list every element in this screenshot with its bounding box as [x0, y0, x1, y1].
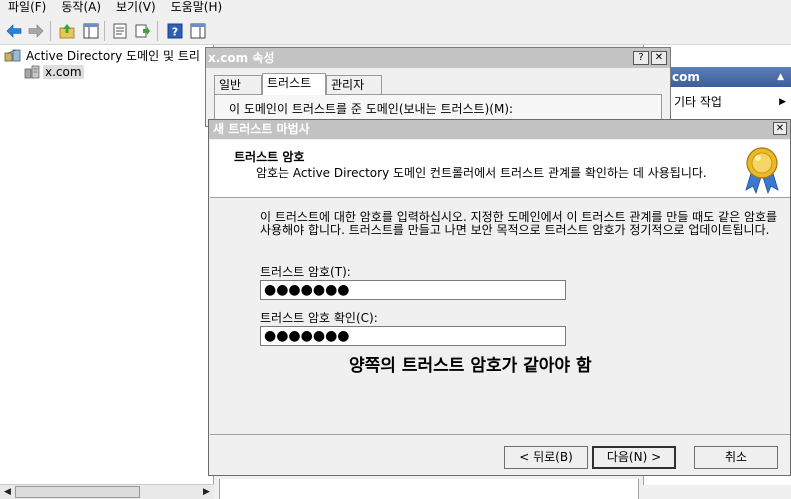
toolbar-separator — [50, 21, 51, 41]
toolbar-separator — [104, 21, 105, 41]
tree-item-domain[interactable]: x.com — [24, 64, 84, 80]
properties-dialog: x.com 속성 ? ✕ 일반 트러스트 관리자 이 도메인이 트러스트를 준 … — [205, 47, 671, 134]
action-pane-icon[interactable] — [189, 22, 207, 40]
certificate-medal-icon — [745, 147, 779, 194]
confirm-password-input[interactable]: ●●●●●●● — [260, 326, 566, 346]
export-icon[interactable] — [134, 22, 152, 40]
tree-root-label: Active Directory 도메인 및 트리 — [26, 48, 200, 63]
wizard-description: 이 트러스트에 대한 암호를 입력하십시오. 지정한 도메인에서 이 트러스트 … — [260, 210, 778, 237]
domain-icon — [24, 65, 40, 79]
back-button[interactable]: < 뒤로(B) — [504, 446, 588, 469]
toolbar: ? — [0, 17, 791, 45]
actions-item-more[interactable]: 기타 작업 ▶ — [674, 93, 786, 111]
wizard-header: 트러스트 암호 암호는 Active Directory 도메인 컨트롤러에서 … — [210, 140, 790, 198]
scroll-thumb[interactable] — [15, 486, 140, 498]
menu-bar: 파일(F) 동작(A) 보기(V) 도움말(H) — [0, 0, 791, 16]
toolbar-separator — [157, 21, 158, 41]
tab-managed-by[interactable]: 관리자 — [326, 75, 382, 95]
actions-header-label: com — [672, 70, 700, 84]
submenu-arrow-icon: ▶ — [779, 97, 786, 107]
properties-icon[interactable] — [111, 22, 129, 40]
details-pane — [219, 479, 639, 499]
wizard-titlebar: 새 트러스트 마법사 — [209, 120, 790, 139]
menu-view[interactable]: 보기(V) — [108, 1, 163, 14]
tab-general[interactable]: 일반 — [214, 75, 262, 95]
annotation-note: 양쪽의 트러스트 암호가 같아야 함 — [349, 356, 592, 376]
help-icon[interactable]: ? — [166, 22, 184, 40]
tree-root[interactable]: Active Directory 도메인 및 트리 — [4, 47, 200, 63]
tree-horizontal-scrollbar[interactable]: ◀ ▶ — [0, 484, 214, 499]
wizard-title: 새 트러스트 마법사 — [213, 122, 310, 136]
menu-action[interactable]: 동작(A) — [53, 1, 108, 14]
ad-domains-icon — [4, 49, 21, 62]
forward-arrow-icon[interactable] — [27, 22, 45, 40]
close-button[interactable]: ✕ — [651, 51, 667, 65]
console-tree: Active Directory 도메인 및 트리 x.com — [0, 45, 214, 485]
menu-help[interactable]: 도움말(H) — [163, 1, 230, 14]
wizard-divider — [210, 434, 790, 435]
properties-title: x.com 속성 — [208, 51, 275, 65]
new-trust-wizard: 새 트러스트 마법사 ✕ 트러스트 암호 암호는 Active Director… — [208, 119, 791, 476]
tab-trusts[interactable]: 트러스트 — [262, 73, 326, 95]
svg-text:?: ? — [172, 26, 178, 39]
scroll-left-icon[interactable]: ◀ — [0, 485, 15, 499]
wizard-heading: 트러스트 암호 — [234, 150, 305, 164]
cancel-button[interactable]: 취소 — [694, 446, 778, 469]
actions-header[interactable]: com ▲ — [668, 67, 791, 87]
next-button[interactable]: 다음(N) > — [592, 446, 676, 469]
help-button[interactable]: ? — [633, 51, 649, 65]
trust-password-label: 트러스트 암호(T): — [260, 265, 351, 279]
outgoing-trusts-label: 이 도메인이 트러스트를 준 도메인(보내는 트러스트)(M): — [229, 102, 514, 116]
actions-item-label: 기타 작업 — [674, 95, 722, 109]
up-folder-icon[interactable] — [58, 22, 76, 40]
back-arrow-icon[interactable] — [5, 22, 23, 40]
wizard-close-button[interactable]: ✕ — [773, 122, 787, 135]
collapse-up-icon[interactable]: ▲ — [777, 67, 784, 87]
console-tree-icon[interactable] — [82, 22, 100, 40]
wizard-subheading: 암호는 Active Directory 도메인 컨트롤러에서 트러스트 관계를… — [256, 166, 707, 180]
menu-file[interactable]: 파일(F) — [0, 1, 53, 14]
scroll-right-icon[interactable]: ▶ — [199, 485, 214, 499]
properties-titlebar: x.com 속성 — [206, 48, 670, 68]
tree-item-domain-label: x.com — [43, 65, 84, 79]
trust-password-input[interactable]: ●●●●●●● — [260, 280, 566, 300]
confirm-password-label: 트러스트 암호 확인(C): — [260, 311, 378, 325]
